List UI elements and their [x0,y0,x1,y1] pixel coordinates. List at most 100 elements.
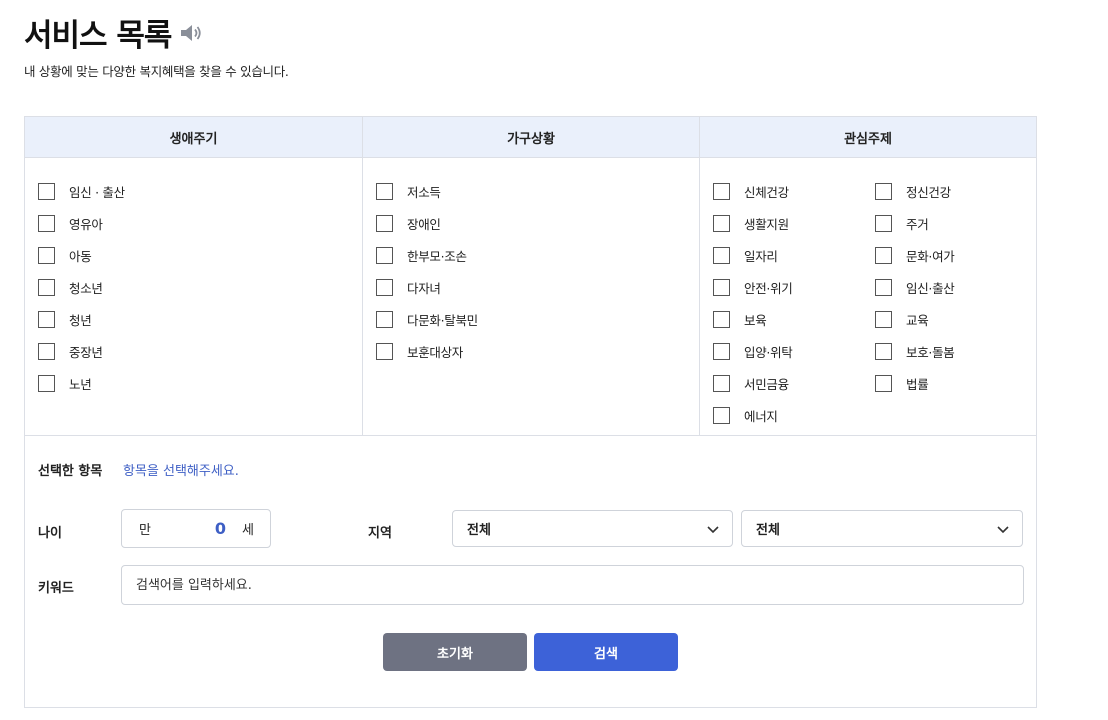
checkbox-label: 에너지 [744,408,778,424]
checkbox-household-disabled[interactable]: 장애인 [376,214,441,232]
checkbox-box[interactable] [38,342,55,360]
checkbox-interest-mental-health[interactable]: 정신건강 [875,182,951,200]
checkbox-box[interactable] [875,182,892,200]
checkbox-label: 안전·위기 [744,280,793,296]
checkbox-box[interactable] [875,374,892,392]
category-header-household: 가구상황 [362,117,699,157]
checkbox-box[interactable] [713,182,730,200]
province-select[interactable]: 전체 [452,510,733,547]
life-cycle-column: 임신 · 출산 영유아 아동 청소년 청년 중장년 노년 [25,158,362,435]
checkbox-label: 청년 [69,312,92,328]
checkbox-life-cycle-infant[interactable]: 영유아 [38,214,103,232]
checkbox-life-cycle-youth[interactable]: 청년 [38,310,92,328]
search-button[interactable]: 검색 [534,633,678,671]
age-value[interactable]: 0 [215,519,226,538]
checkbox-box[interactable] [376,214,393,232]
checkbox-label: 주거 [906,216,929,232]
checkbox-household-veterans[interactable]: 보훈대상자 [376,342,463,360]
keyword-input[interactable] [121,565,1024,605]
keyword-label: 키워드 [38,581,74,596]
checkbox-box[interactable] [713,342,730,360]
checkbox-box[interactable] [376,342,393,360]
checkbox-box[interactable] [875,246,892,264]
checkbox-box[interactable] [713,374,730,392]
checkbox-life-cycle-teen[interactable]: 청소년 [38,278,103,296]
checkbox-label: 보훈대상자 [407,344,464,360]
category-header-interest: 관심주제 [699,117,1036,157]
category-columns: 임신 · 출산 영유아 아동 청소년 청년 중장년 노년 저소득 장애인 한부모… [25,158,1036,436]
chevron-down-icon [997,526,1009,534]
checkbox-interest-living-support[interactable]: 생활지원 [713,214,789,232]
checkbox-label: 보호·돌봄 [906,344,955,360]
checkbox-label: 법률 [906,376,929,392]
speaker-icon[interactable] [179,21,203,45]
checkbox-box[interactable] [713,406,730,424]
checkbox-label: 청소년 [69,280,103,296]
checkbox-box[interactable] [713,214,730,232]
checkbox-box[interactable] [376,310,393,328]
checkbox-interest-finance[interactable]: 서민금융 [713,374,789,392]
checkbox-label: 생활지원 [744,216,789,232]
household-column: 저소득 장애인 한부모·조손 다자녀 다문화·탈북민 보훈대상자 [362,158,699,435]
checkbox-household-multicultural[interactable]: 다문화·탈북민 [376,310,478,328]
checkbox-interest-childcare[interactable]: 보육 [713,310,767,328]
checkbox-box[interactable] [875,278,892,296]
checkbox-life-cycle-child[interactable]: 아동 [38,246,92,264]
checkbox-interest-jobs[interactable]: 일자리 [713,246,778,264]
checkbox-box[interactable] [38,246,55,264]
checkbox-box[interactable] [713,310,730,328]
checkbox-box[interactable] [38,278,55,296]
checkbox-interest-culture[interactable]: 문화·여가 [875,246,955,264]
age-suffix: 세 [242,523,254,538]
checkbox-life-cycle-senior[interactable]: 노년 [38,374,92,392]
checkbox-interest-adoption[interactable]: 입양·위탁 [713,342,793,360]
chevron-down-icon [707,526,719,534]
age-label: 나이 [38,526,62,541]
checkbox-interest-education[interactable]: 교육 [875,310,929,328]
checkbox-box[interactable] [38,310,55,328]
checkbox-interest-legal[interactable]: 법률 [875,374,929,392]
checkbox-label: 일자리 [744,248,778,264]
checkbox-label: 장애인 [407,216,441,232]
checkbox-label: 한부모·조손 [407,248,467,264]
checkbox-box[interactable] [875,310,892,328]
checkbox-label: 교육 [906,312,929,328]
checkbox-household-low-income[interactable]: 저소득 [376,182,441,200]
checkbox-box[interactable] [38,374,55,392]
checkbox-label: 문화·여가 [906,248,955,264]
reset-button[interactable]: 초기화 [383,633,527,671]
selected-items-value: 항목을 선택해주세요. [123,464,239,479]
checkbox-household-multi-child[interactable]: 다자녀 [376,278,441,296]
age-input[interactable]: 만 0 세 [121,509,271,548]
district-select[interactable]: 전체 [741,510,1023,547]
page-subtitle: 내 상황에 맞는 다양한 복지혜택을 찾을 수 있습니다. [24,64,289,79]
checkbox-box[interactable] [376,246,393,264]
checkbox-interest-energy[interactable]: 에너지 [713,406,778,424]
checkbox-label: 다문화·탈북민 [407,312,478,328]
checkbox-life-cycle-middle-age[interactable]: 중장년 [38,342,103,360]
checkbox-box[interactable] [376,278,393,296]
checkbox-interest-physical-health[interactable]: 신체건강 [713,182,789,200]
checkbox-box[interactable] [38,182,55,200]
checkbox-box[interactable] [713,246,730,264]
title-row: 서비스 목록 [24,10,203,55]
search-panel: 생애주기 가구상황 관심주제 임신 · 출산 영유아 아동 청소년 청년 중장년… [24,116,1037,708]
checkbox-label: 서민금융 [744,376,789,392]
checkbox-box[interactable] [38,214,55,232]
checkbox-box[interactable] [875,342,892,360]
district-select-value: 전체 [756,523,780,538]
checkbox-interest-pregnancy[interactable]: 임신·출산 [875,278,955,296]
checkbox-box[interactable] [713,278,730,296]
checkbox-box[interactable] [376,182,393,200]
checkbox-label: 임신 · 출산 [69,184,125,200]
checkbox-label: 아동 [69,248,92,264]
checkbox-household-single-parent[interactable]: 한부모·조손 [376,246,467,264]
checkbox-life-cycle-pregnancy[interactable]: 임신 · 출산 [38,182,125,200]
checkbox-label: 신체건강 [744,184,789,200]
age-prefix: 만 [139,523,151,538]
category-header-life-cycle: 생애주기 [169,131,218,147]
checkbox-interest-safety[interactable]: 안전·위기 [713,278,793,296]
checkbox-interest-care[interactable]: 보호·돌봄 [875,342,955,360]
checkbox-box[interactable] [875,214,892,232]
checkbox-interest-housing[interactable]: 주거 [875,214,929,232]
